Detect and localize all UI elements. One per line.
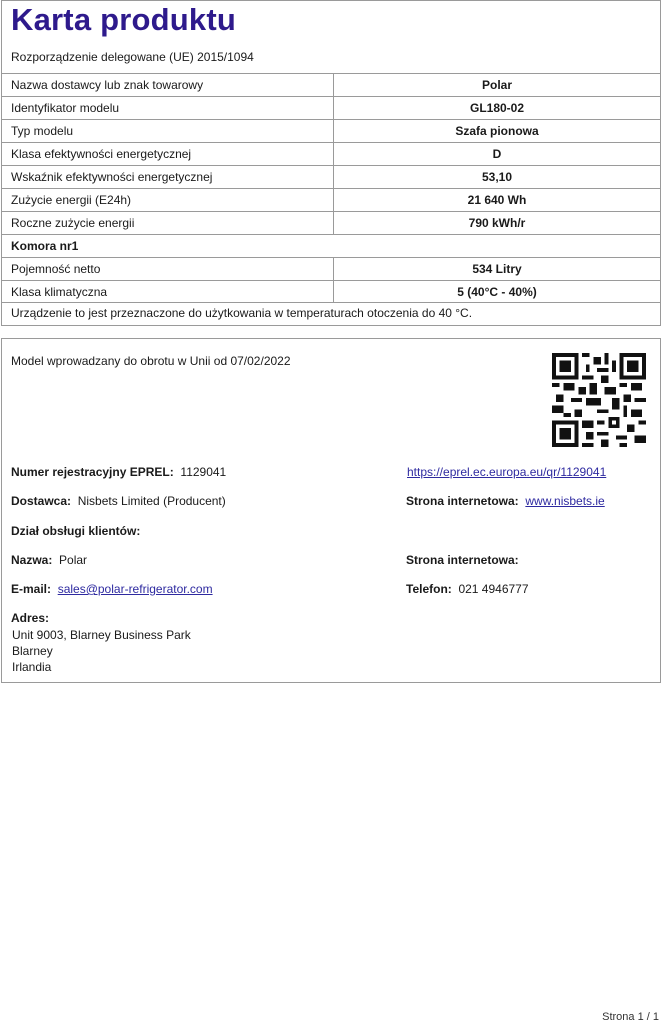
row-value: Polar xyxy=(333,74,660,96)
table-row: Klasa efektywności energetycznej D xyxy=(2,142,660,165)
row-label: Komora nr1 xyxy=(11,239,79,253)
qr-code-icon xyxy=(552,353,646,447)
supplier-info-box: Model wprowadzany do obrotu w Unii od 07… xyxy=(1,338,661,683)
row-label: Klasa klimatyczna xyxy=(11,285,108,299)
table-row: Identyfikator modelu GL180-02 xyxy=(2,96,660,119)
row-label: Zużycie energii (E24h) xyxy=(11,193,132,207)
row-label: Wskaźnik efektywności energetycznej xyxy=(11,170,213,184)
supplier-label: Dostawca: xyxy=(11,494,72,508)
row-label: Typ modelu xyxy=(11,124,74,138)
phone-field: Telefon: 021 4946777 xyxy=(406,582,529,596)
service-website-label: Strona internetowa: xyxy=(406,553,519,567)
email-link[interactable]: sales@polar-refrigerator.com xyxy=(58,582,213,596)
row-value: 21 640 Wh xyxy=(333,189,660,211)
compartment-heading-row: Komora nr1 xyxy=(2,234,660,257)
regulation-subtitle: Rozporządzenie delegowane (UE) 2015/1094 xyxy=(11,50,254,64)
customer-service-heading: Dział obsługi klientów: xyxy=(11,524,141,538)
row-label: Klasa efektywności energetycznej xyxy=(11,147,192,161)
eprel-link[interactable]: https://eprel.ec.europa.eu/qr/1129041 xyxy=(407,465,606,479)
email-field: E-mail: sales@polar-refrigerator.com xyxy=(11,582,213,596)
row-value: Szafa pionowa xyxy=(333,120,660,142)
divider xyxy=(2,302,660,303)
row-value: 534 Litry xyxy=(333,258,660,280)
table-row: Klasa klimatyczna 5 (40°C - 40%) xyxy=(2,280,660,303)
eprel-field: Numer rejestracyjny EPREL: 1129041 xyxy=(11,465,226,479)
name-label: Nazwa: xyxy=(11,553,53,567)
supplier-field: Dostawca: Nisbets Limited (Producent) xyxy=(11,494,226,508)
row-value: GL180-02 xyxy=(333,97,660,119)
row-label: Pojemność netto xyxy=(11,262,101,276)
table-row: Nazwa dostawcy lub znak towarowy Polar xyxy=(2,73,660,96)
phone-label: Telefon: xyxy=(406,582,452,596)
table-row: Zużycie energii (E24h) 21 640 Wh xyxy=(2,188,660,211)
eprel-number: 1129041 xyxy=(180,465,227,479)
address-line: Unit 9003, Blarney Business Park xyxy=(12,628,191,642)
row-label: Roczne zużycie energii xyxy=(11,216,135,230)
table-row: Typ modelu Szafa pionowa xyxy=(2,119,660,142)
website-link[interactable]: www.nisbets.ie xyxy=(525,494,604,508)
page-title: Karta produktu xyxy=(11,2,236,37)
row-label: Nazwa dostawcy lub znak towarowy xyxy=(11,78,204,92)
eprel-label: Numer rejestracyjny EPREL: xyxy=(11,465,174,479)
name-field: Nazwa: Polar xyxy=(11,553,87,567)
row-value: 53,10 xyxy=(333,166,660,188)
row-value: 5 (40°C - 40%) xyxy=(333,281,660,303)
address-label: Adres: xyxy=(11,611,50,625)
market-intro: Model wprowadzany do obrotu w Unii od 07… xyxy=(11,354,291,368)
phone-value: 021 4946777 xyxy=(458,582,529,596)
table-row: Roczne zużycie energii 790 kWh/r xyxy=(2,211,660,234)
address-line: Blarney xyxy=(12,644,53,658)
row-label: Identyfikator modelu xyxy=(11,101,120,115)
supplier-name: Nisbets Limited (Producent) xyxy=(77,494,226,508)
email-label: E-mail: xyxy=(11,582,52,596)
table-row: Wskaźnik efektywności energetycznej 53,1… xyxy=(2,165,660,188)
page-number: Strona 1 / 1 xyxy=(602,1011,659,1023)
website-label: Strona internetowa: xyxy=(406,494,519,508)
product-card-table: Karta produktu Rozporządzenie delegowane… xyxy=(1,0,661,326)
row-value: D xyxy=(333,143,660,165)
row-value: 790 kWh/r xyxy=(333,212,660,234)
address-line: Irlandia xyxy=(12,660,52,674)
usage-note: Urządzenie to jest przeznaczone do użytk… xyxy=(11,306,473,320)
table-row: Pojemność netto 534 Litry xyxy=(2,257,660,280)
name-value: Polar xyxy=(59,553,88,567)
website-field: Strona internetowa: www.nisbets.ie xyxy=(406,494,605,508)
